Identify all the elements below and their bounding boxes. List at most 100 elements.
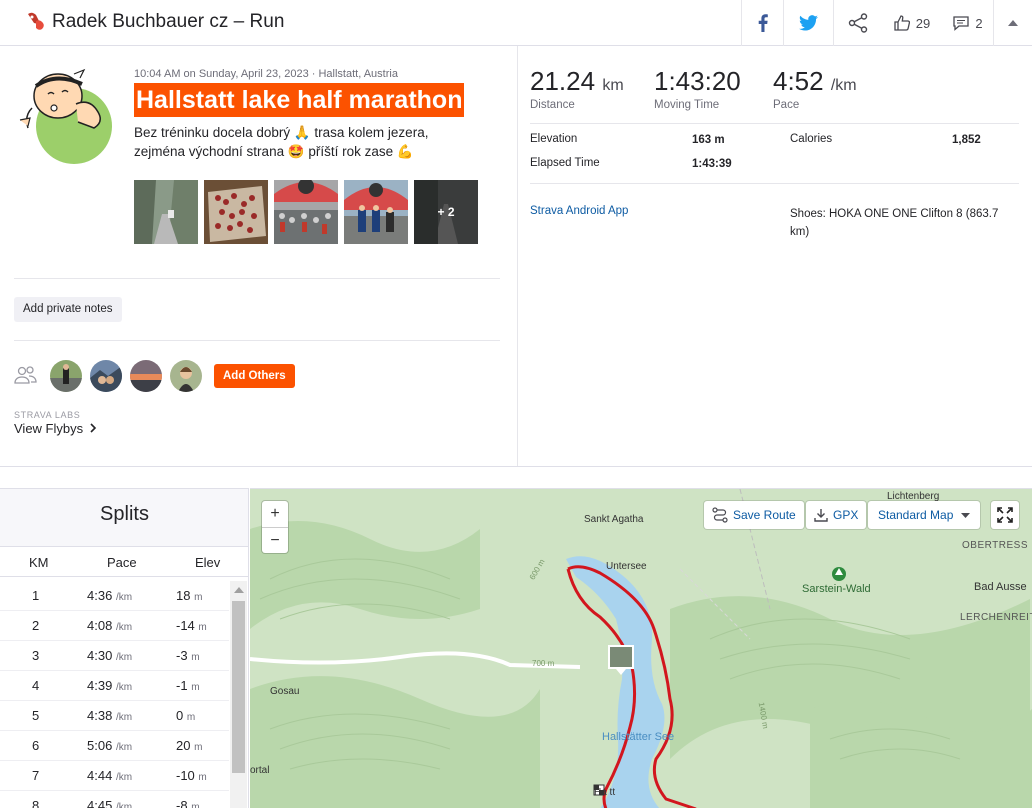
split-elev: 18 m (176, 588, 202, 603)
download-icon (814, 509, 828, 522)
photo-thumbnail[interactable] (134, 180, 198, 244)
elapsed-time-label: Elapsed Time (530, 157, 600, 169)
run-shoe-icon (28, 12, 44, 30)
left-divider (14, 340, 500, 341)
calories-value: 1,852 (952, 134, 981, 146)
split-km: 4 (32, 678, 40, 693)
scroll-up-arrow[interactable] (234, 587, 244, 593)
elevation-label: Elevation (530, 133, 578, 145)
map-label-ortal: ortal (250, 765, 270, 776)
fullscreen-button[interactable] (991, 501, 1019, 529)
split-elev-value: -3 (176, 648, 188, 663)
map-type-label: Standard Map (878, 508, 954, 522)
map-label-lake: Hallstätter See (602, 731, 675, 743)
split-pace-unit: /km (115, 682, 133, 693)
col-km: KM (29, 555, 49, 570)
split-elev: -14 m (176, 618, 207, 633)
collapse-header-button[interactable] (993, 0, 1032, 46)
split-km: 2 (32, 618, 40, 633)
stat-distance: 21.24 km Distance (530, 66, 624, 111)
split-pace: 4:30 /km (87, 648, 132, 663)
photo-thumbnail[interactable] (204, 180, 268, 244)
map-label-hallstatt: Ha tt (594, 787, 616, 798)
map-type-dropdown[interactable]: Standard Map (868, 501, 981, 529)
share-facebook-button[interactable] (741, 0, 783, 46)
distance-label: Distance (530, 99, 575, 111)
split-row[interactable]: 1 4:36 /km 18 m (0, 581, 229, 611)
photo-thumbnail[interactable] (274, 180, 338, 244)
activity-photos: + 2 (134, 180, 478, 244)
split-elev: -1 m (176, 678, 200, 693)
split-elev-unit: m (191, 682, 200, 693)
split-pace-value: 4:38 (87, 708, 113, 723)
map-label-gosau: Gosau (270, 686, 300, 697)
split-pace-value: 5:06 (87, 738, 113, 753)
split-elev: -10 m (176, 768, 207, 783)
moving-time-label: Moving Time (654, 99, 720, 111)
split-elev-value: -10 (176, 768, 195, 783)
athlete-avatar[interactable] (90, 360, 122, 392)
comments-button[interactable]: 2 (943, 0, 993, 46)
activity-title[interactable]: Hallstatt lake half marathon (134, 83, 465, 117)
athlete-avatar[interactable] (130, 360, 162, 392)
share-twitter-button[interactable] (783, 0, 833, 46)
pace-value: 4:52 (773, 66, 824, 96)
map-canvas (250, 489, 1032, 808)
view-flybys-link[interactable]: View Flybys (14, 421, 97, 436)
athlete-name-link[interactable]: Radek Buchbauer cz (52, 11, 228, 32)
distance-unit: km (602, 77, 624, 94)
elapsed-time-value: 1:43:39 (692, 158, 732, 170)
split-row[interactable]: 2 4:08 /km -14 m (0, 611, 229, 641)
save-route-label: Save Route (733, 508, 796, 522)
split-km: 7 (32, 768, 40, 783)
split-elev-unit: m (198, 772, 207, 783)
split-elev: -3 m (176, 648, 200, 663)
split-elev-unit: m (194, 742, 203, 753)
split-elev-value: 18 (176, 588, 191, 603)
photo-thumbnail[interactable] (344, 180, 408, 244)
splits-scrollbar[interactable] (230, 581, 247, 808)
athlete-avatar[interactable] (50, 360, 82, 392)
athlete-avatar[interactable] (14, 64, 118, 168)
photo-more-thumbnail[interactable]: + 2 (414, 180, 478, 244)
save-route-button[interactable]: Save Route (704, 501, 804, 529)
split-row[interactable]: 3 4:30 /km -3 m (0, 641, 229, 671)
view-flybys-text: View Flybys (14, 421, 84, 436)
athlete-avatar[interactable] (170, 360, 202, 392)
gpx-export-button[interactable]: GPX (806, 501, 867, 529)
distance-value: 21.24 (530, 66, 596, 96)
split-pace: 4:36 /km (87, 588, 132, 603)
split-pace-unit: /km (115, 622, 133, 633)
split-row[interactable]: 4 4:39 /km -1 m (0, 671, 229, 701)
split-row[interactable]: 6 5:06 /km 20 m (0, 731, 229, 761)
route-icon (712, 507, 728, 523)
split-row[interactable]: 7 4:44 /km -10 m (0, 761, 229, 791)
split-km: 3 (32, 648, 40, 663)
comments-count: 2 (975, 15, 983, 31)
split-km: 8 (32, 798, 40, 808)
split-elev-unit: m (186, 712, 196, 723)
split-row[interactable]: 8 4:45 /km -8 m (0, 791, 229, 808)
device-link[interactable]: Strava Android App (530, 205, 628, 217)
chevron-right-icon (90, 423, 96, 433)
split-pace: 4:08 /km (87, 618, 132, 633)
zoom-out-button[interactable]: − (262, 527, 288, 553)
split-elev-value: -1 (176, 678, 188, 693)
kudos-button[interactable]: 29 (881, 0, 943, 46)
split-pace-unit: /km (115, 652, 133, 663)
group-athletes (50, 360, 202, 392)
split-pace-value: 4:08 (87, 618, 113, 633)
split-pace-unit: /km (115, 742, 133, 753)
split-pace-value: 4:36 (87, 588, 113, 603)
stat-pace: 4:52 /km Pace (773, 66, 857, 111)
activity-map[interactable]: Lichtenberg Sankt Agatha OBERTRESS Unter… (250, 488, 1032, 808)
zoom-in-button[interactable]: + (262, 501, 288, 527)
split-row[interactable]: 5 4:38 /km 0 m (0, 701, 229, 731)
add-private-notes-button[interactable]: Add private notes (14, 297, 122, 322)
scroll-thumb[interactable] (232, 601, 245, 773)
group-activity-icon (14, 366, 37, 384)
map-zoom-control: + − (262, 501, 288, 553)
add-others-button[interactable]: Add Others (214, 364, 295, 388)
share-button[interactable] (833, 0, 881, 46)
page-header: Radek Buchbauer cz – Run 29 2 (0, 0, 1032, 46)
